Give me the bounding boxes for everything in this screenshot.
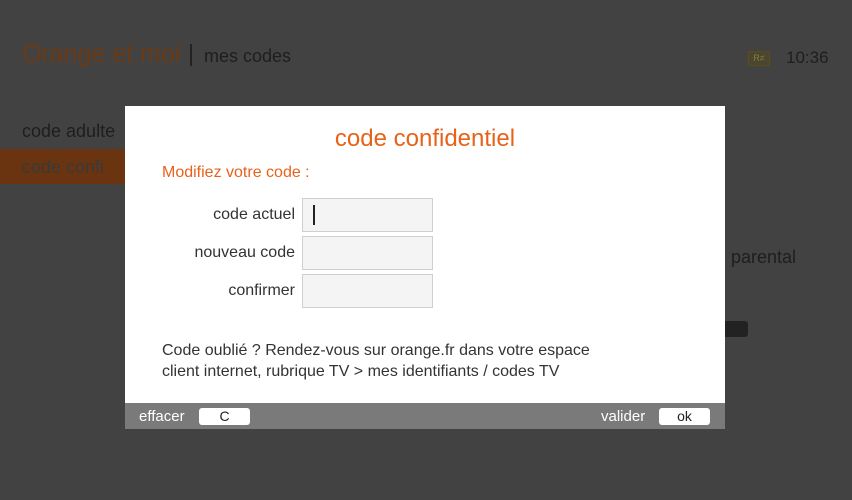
current-code-input[interactable] xyxy=(302,198,433,232)
clear-label: effacer xyxy=(139,408,185,425)
header-separator xyxy=(190,44,192,66)
confirm-code-label: confirmer xyxy=(228,282,295,299)
ratio-badge-icon: R≠ xyxy=(748,51,770,66)
new-code-input[interactable] xyxy=(302,236,433,270)
clock: 10:36 xyxy=(786,48,829,67)
field-row-confirm-code: confirmer xyxy=(125,274,725,308)
help-line-2: client internet, rubrique TV > mes ident… xyxy=(162,363,560,380)
text-caret xyxy=(313,205,315,225)
menu-item-code-adulte[interactable]: code adulte xyxy=(22,121,115,142)
brand-title: Orange et moi xyxy=(22,40,181,68)
menu-item-label: code confi xyxy=(22,157,105,177)
key-hint-pill xyxy=(722,321,748,337)
current-code-label: code actuel xyxy=(213,206,295,223)
dialog-footer: effacer C valider ok xyxy=(125,403,725,429)
validate-label: valider xyxy=(601,408,646,425)
dialog-subtitle: Modifiez votre code : xyxy=(162,164,310,181)
new-code-label: nouveau code xyxy=(194,244,295,261)
section-title: mes codes xyxy=(204,46,292,66)
field-row-new-code: nouveau code xyxy=(125,236,725,270)
confirm-code-input[interactable] xyxy=(302,274,433,308)
code-dialog: code confidentiel Modifiez votre code : … xyxy=(125,106,725,429)
forgot-code-help: Code oublié ? Rendez-vous sur orange.fr … xyxy=(162,340,702,382)
dialog-title: code confidentiel xyxy=(334,125,516,152)
clear-button[interactable]: C xyxy=(199,408,250,425)
help-line-1: Code oublié ? Rendez-vous sur orange.fr … xyxy=(162,342,590,359)
menu-item-code-confidentiel[interactable]: code confi xyxy=(0,149,140,184)
field-row-current-code: code actuel xyxy=(125,198,725,232)
ok-button[interactable]: ok xyxy=(659,408,710,425)
